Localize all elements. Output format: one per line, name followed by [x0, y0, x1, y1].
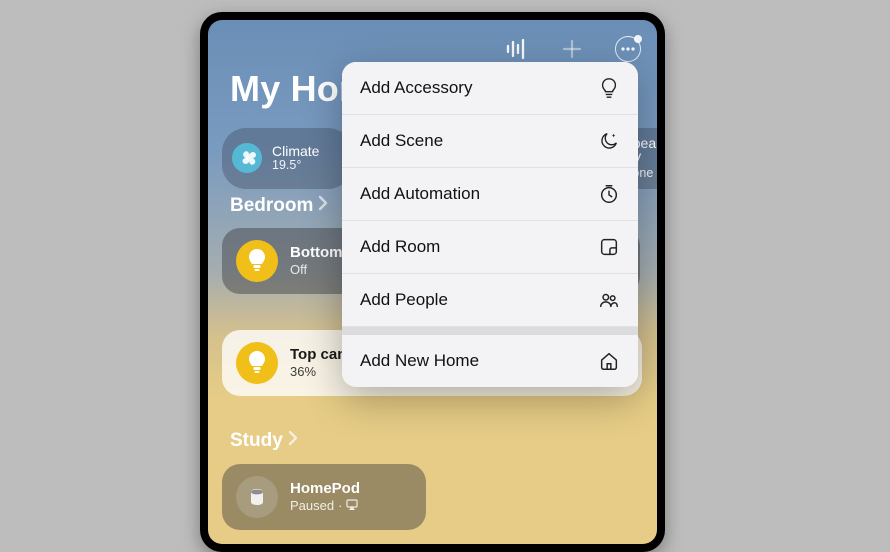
menu-label: Add Automation [360, 184, 480, 204]
airplay-icon [346, 499, 358, 511]
chevron-right-icon [317, 195, 328, 217]
climate-label: Climate [272, 144, 319, 159]
home-icon [598, 350, 620, 372]
chevron-right-icon [287, 430, 298, 452]
section-study-label: Study [230, 430, 283, 452]
menu-label: Add People [360, 290, 448, 310]
climate-value: 19.5° [272, 159, 319, 173]
climate-chip[interactable]: Climate 19.5° [222, 128, 352, 189]
section-study[interactable]: Study [230, 430, 298, 452]
climate-text: Climate 19.5° [272, 144, 319, 173]
menu-add-scene[interactable]: Add Scene [342, 115, 638, 168]
section-bedroom-label: Bedroom [230, 195, 313, 217]
homepod-icon [236, 476, 278, 518]
menu-label: Add Room [360, 237, 440, 257]
intercom-button[interactable] [501, 34, 531, 64]
moon-icon [598, 130, 620, 152]
people-icon [598, 289, 620, 311]
section-bedroom[interactable]: Bedroom [230, 195, 328, 217]
menu-label: Add Scene [360, 131, 443, 151]
tile-hp-state: Paused · [290, 498, 360, 513]
add-menu: Add Accessory Add Scene Add Automation [342, 62, 638, 387]
bulb-icon [598, 77, 620, 99]
menu-add-accessory[interactable]: Add Accessory [342, 62, 638, 115]
menu-add-people[interactable]: Add People [342, 274, 638, 327]
tile-text: HomePod Paused · [290, 481, 360, 513]
add-button[interactable] [557, 34, 587, 64]
bulb-icon [236, 240, 278, 282]
menu-label: Add New Home [360, 351, 479, 371]
tile-homepod[interactable]: HomePod Paused · [222, 464, 426, 530]
screen: My Home Climate 19.5° [208, 20, 657, 544]
tile-hp-name: HomePod [290, 481, 360, 498]
ellipsis-icon [615, 36, 641, 62]
menu-label: Add Accessory [360, 78, 472, 98]
room-icon [598, 236, 620, 258]
bulb-icon [236, 342, 278, 384]
menu-add-room[interactable]: Add Room [342, 221, 638, 274]
device-frame: My Home Climate 19.5° [200, 12, 665, 552]
fan-icon [232, 143, 262, 173]
more-button[interactable] [613, 34, 643, 64]
clock-icon [598, 183, 620, 205]
menu-separator [342, 327, 638, 335]
menu-add-automation[interactable]: Add Automation [342, 168, 638, 221]
menu-add-new-home[interactable]: Add New Home [342, 335, 638, 387]
